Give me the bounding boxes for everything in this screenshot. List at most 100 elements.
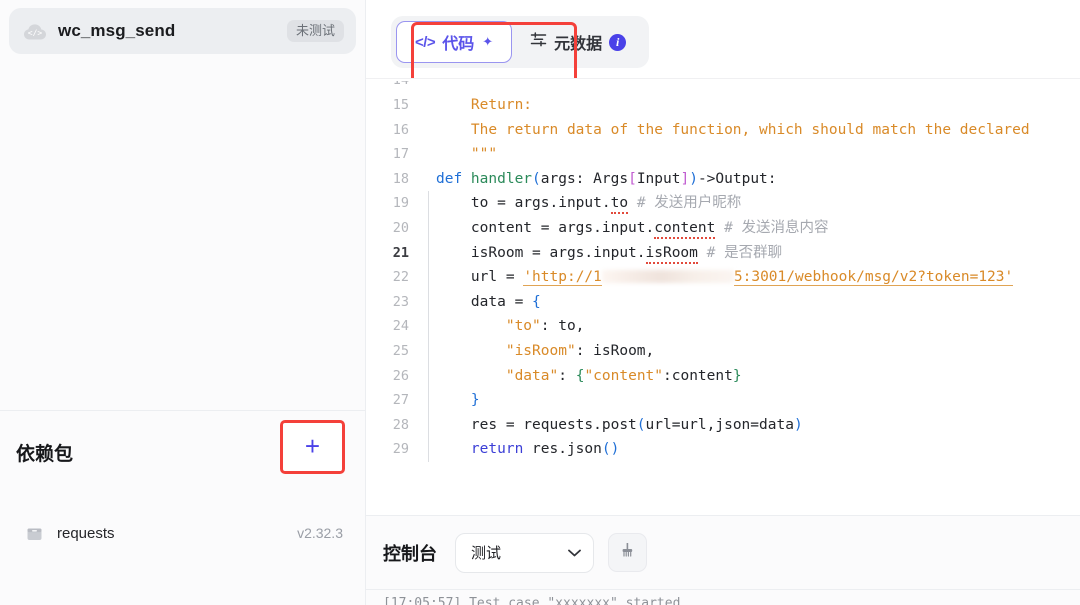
code-token: :content	[663, 368, 733, 384]
chevron-down-icon	[568, 545, 581, 560]
line-number: 23	[366, 290, 422, 315]
code-line: 14	[366, 81, 1080, 93]
code-line: 23 data = {	[366, 290, 1080, 315]
code-token: to	[611, 195, 628, 214]
code-text: def handler(args: Args[Input])->Output:	[436, 167, 1080, 192]
code-token: to = args.input.	[436, 195, 611, 211]
code-token: :	[558, 368, 575, 384]
function-editor-page: </> wc_msg_send 未测试 依赖包 + requests v2.32…	[0, 0, 1080, 605]
code-token: res.json	[532, 441, 602, 457]
line-number: 19	[366, 191, 422, 216]
function-card[interactable]: </> wc_msg_send 未测试	[9, 8, 356, 54]
code-brackets-icon: </>	[415, 34, 435, 51]
code-token: "to"	[506, 318, 541, 334]
code-token: url=url,json=data	[646, 417, 794, 433]
sidebar-divider	[0, 410, 365, 411]
indent-guide	[422, 290, 436, 315]
indent-guide	[422, 388, 436, 413]
code-token	[436, 441, 471, 457]
sliders-icon	[530, 32, 547, 52]
left-sidebar: </> wc_msg_send 未测试 依赖包 + requests v2.32…	[0, 0, 366, 605]
code-token	[698, 245, 707, 261]
indent-guide	[422, 142, 436, 167]
code-token	[436, 368, 506, 384]
code-text: to = args.input.to # 发送用户昵称	[436, 191, 1080, 216]
indent-guide	[422, 216, 436, 241]
code-line: 19 to = args.input.to # 发送用户昵称	[366, 191, 1080, 216]
function-name: wc_msg_send	[58, 21, 287, 41]
line-number: 21	[366, 241, 422, 266]
line-number: 22	[366, 265, 422, 290]
line-number: 14	[366, 81, 422, 93]
code-token: )	[689, 171, 698, 187]
code-token: 'http://1	[523, 269, 602, 286]
code-token: The return data of the function, which s…	[436, 122, 1030, 138]
code-line: 28 res = requests.post(url=url,json=data…	[366, 413, 1080, 438]
code-token: : isRoom,	[576, 343, 655, 359]
code-line: 25 "isRoom": isRoom,	[366, 339, 1080, 364]
status-badge: 未测试	[287, 20, 344, 42]
code-token	[715, 220, 724, 236]
code-token: ->Output:	[698, 171, 777, 187]
code-token: """	[436, 146, 497, 162]
indent-guide	[422, 118, 436, 143]
line-number: 20	[366, 216, 422, 241]
code-token: [	[628, 171, 637, 187]
line-number: 26	[366, 364, 422, 389]
code-token: args: Args	[541, 171, 628, 187]
code-token: handler	[471, 171, 532, 187]
code-token: return	[471, 441, 532, 457]
code-token: )	[794, 417, 803, 433]
code-token: ]	[680, 171, 689, 187]
list-item[interactable]: requests v2.32.3	[0, 513, 365, 553]
code-token	[436, 392, 471, 408]
code-token: res = requests.post	[436, 417, 637, 433]
code-token: url =	[436, 269, 523, 285]
console-log-line: [17:05:57] Test case "xxxxxxx" started	[366, 590, 1080, 605]
code-token: content = args.input.	[436, 220, 654, 236]
code-text: content = args.input.content # 发送消息内容	[436, 216, 1080, 241]
cloud-code-icon: </>	[23, 22, 47, 41]
code-token	[436, 343, 506, 359]
svg-text:</>: </>	[28, 28, 43, 37]
code-text: return res.json()	[436, 437, 1080, 462]
sparkle-icon: ✦	[482, 34, 493, 50]
package-icon	[26, 525, 43, 542]
code-token: }	[733, 368, 742, 384]
code-text: The return data of the function, which s…	[436, 118, 1080, 143]
code-text: res = requests.post(url=url,json=data)	[436, 413, 1080, 438]
tab-bar: </> 代码 ✦	[391, 14, 649, 70]
code-token: Input	[637, 171, 681, 187]
code-token: # 是否群聊	[707, 245, 782, 261]
code-token	[436, 318, 506, 334]
tab-code[interactable]: </> 代码 ✦	[396, 21, 512, 63]
code-text: url = 'http://15:3001/webhook/msg/v2?tok…	[436, 265, 1080, 290]
console-title: 控制台	[383, 540, 437, 566]
line-number: 27	[366, 388, 422, 413]
code-token: )	[611, 441, 620, 457]
indent-guide	[422, 413, 436, 438]
add-dependency-button[interactable]: +	[280, 420, 345, 474]
clear-console-button[interactable]	[608, 533, 647, 572]
code-text: }	[436, 388, 1080, 413]
code-token: (	[602, 441, 611, 457]
code-text: """	[436, 142, 1080, 167]
line-number: 18	[366, 167, 422, 192]
code-text: "data": {"content":content}	[436, 364, 1080, 389]
tab-metadata[interactable]: 元数据 i	[512, 21, 644, 63]
dependency-version: v2.32.3	[297, 525, 343, 541]
code-token: Return:	[436, 97, 532, 113]
indent-guide	[422, 339, 436, 364]
code-lines: 1415 Return:16 The return data of the fu…	[366, 79, 1080, 462]
code-token: data =	[436, 294, 532, 310]
indent-guide	[422, 93, 436, 118]
console-mode-select[interactable]: 测试	[455, 533, 594, 573]
code-line: 22 url = 'http://15:3001/webhook/msg/v2?…	[366, 265, 1080, 290]
code-token: "data"	[506, 368, 558, 384]
indent-guide	[422, 437, 436, 462]
code-token	[628, 195, 637, 211]
code-editor[interactable]: 1415 Return:16 The return data of the fu…	[366, 78, 1080, 515]
redacted-host	[602, 270, 734, 283]
code-token: isRoom = args.input.	[436, 245, 646, 261]
code-line: 16 The return data of the function, whic…	[366, 118, 1080, 143]
